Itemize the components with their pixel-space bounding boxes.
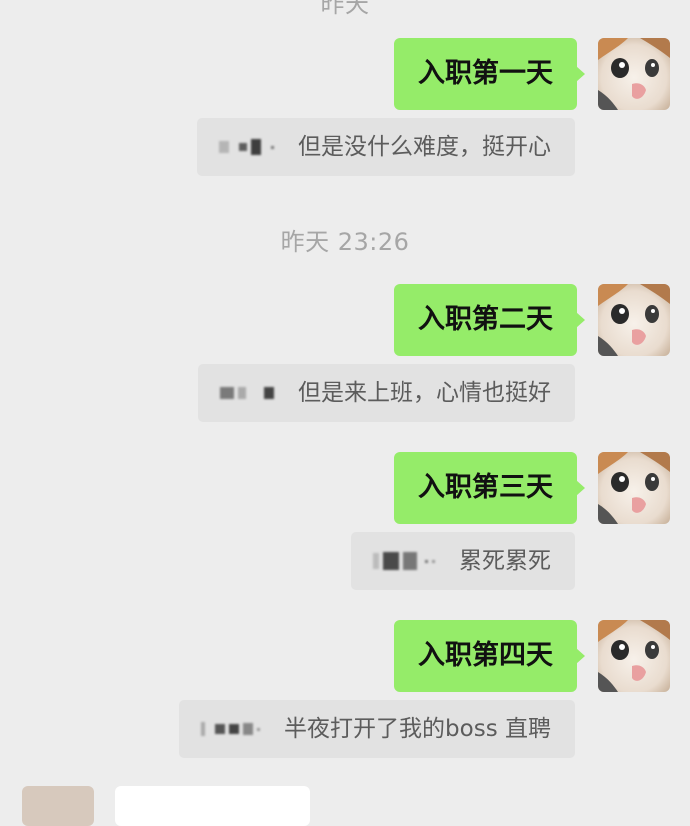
cat-avatar-icon[interactable] xyxy=(598,620,670,692)
blurred-sender-name xyxy=(373,546,439,576)
avatar[interactable] xyxy=(22,786,94,826)
cat-avatar-icon-graphic xyxy=(598,284,670,356)
quoted-reply-bubble[interactable]: 半夜打开了我的boss 直聘 xyxy=(179,700,575,758)
blurred-sender-name xyxy=(220,378,278,408)
sent-message-bubble[interactable]: 入职第三天 xyxy=(394,452,585,524)
quote-text: 但是没什么难度，挺开心 xyxy=(298,134,551,160)
message-row-4: 入职第四天 xyxy=(394,620,670,692)
timestamp-top-partial: 昨天 xyxy=(320,0,370,18)
quoted-reply-bubble[interactable]: 累死累死 xyxy=(351,532,575,590)
message-row-1: 入职第一天 xyxy=(394,38,670,110)
sent-message-bubble[interactable]: 入职第四天 xyxy=(394,620,585,692)
blurred-sender-name xyxy=(219,132,278,162)
message-row-2: 入职第二天 xyxy=(394,284,670,356)
quote-text: 累死累死 xyxy=(459,548,551,574)
cat-avatar-icon[interactable] xyxy=(598,284,670,356)
chat-area: 昨天 入职第一天 但是没什么难度，挺开心 昨天 23:26 入职第二天 但是来上… xyxy=(0,0,690,826)
cat-avatar-icon[interactable] xyxy=(598,38,670,110)
quote-text: 但是来上班，心情也挺好 xyxy=(298,380,551,406)
blurred-sender-name xyxy=(201,714,264,744)
cat-avatar-icon-graphic xyxy=(598,452,670,524)
cat-avatar-icon-graphic xyxy=(598,620,670,692)
cat-avatar-icon[interactable] xyxy=(598,452,670,524)
message-row-3: 入职第三天 xyxy=(394,452,670,524)
quoted-reply-bubble[interactable]: 但是来上班，心情也挺好 xyxy=(198,364,575,422)
cat-avatar-icon-graphic xyxy=(598,38,670,110)
timestamp: 昨天 23:26 xyxy=(280,228,410,256)
quoted-reply-bubble[interactable]: 但是没什么难度，挺开心 xyxy=(197,118,575,176)
quote-text: 半夜打开了我的boss 直聘 xyxy=(284,716,551,742)
sent-message-bubble[interactable]: 入职第一天 xyxy=(394,38,585,110)
incoming-message-bubble[interactable] xyxy=(115,786,310,826)
sent-message-bubble[interactable]: 入职第二天 xyxy=(394,284,585,356)
